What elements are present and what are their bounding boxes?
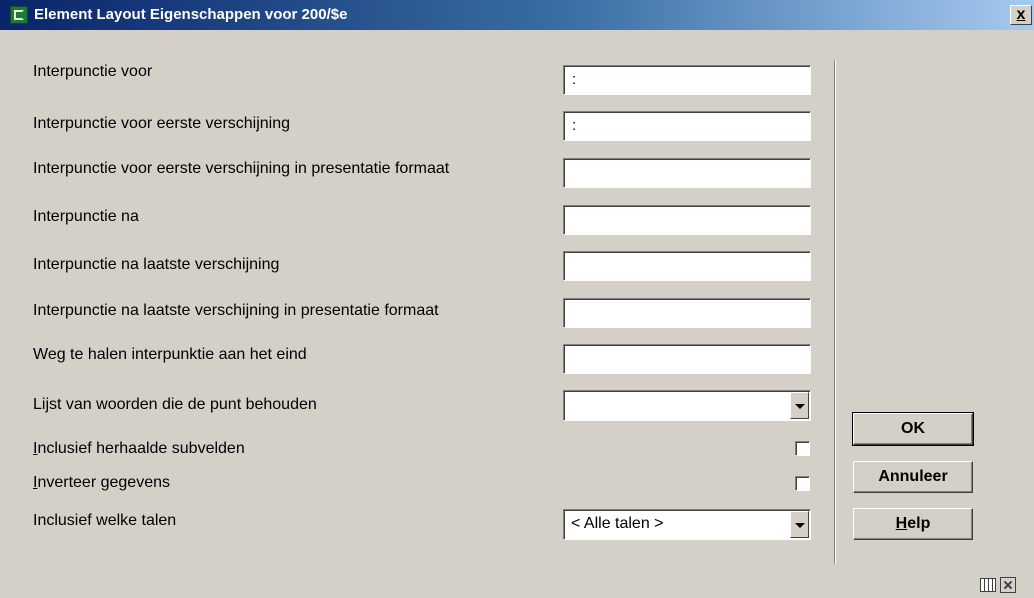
- ok-button[interactable]: OK: [852, 412, 974, 446]
- label-inverteer-gegevens: Inverteer gegevens: [33, 474, 170, 492]
- label-interpunctie-voor: Interpunctie voor: [33, 63, 153, 80]
- label-interpunctie-voor-eerste-presentatie: Interpunctie voor eerste verschijning in…: [33, 160, 450, 177]
- accel-h: H: [895, 515, 908, 532]
- interpunctie-na-laatste-input[interactable]: [563, 251, 811, 281]
- title-bar: Element Layout Eigenschappen voor 200/$e…: [0, 0, 1034, 30]
- label-rest: nclusief herhaalde subvelden: [37, 440, 245, 457]
- expand-icon[interactable]: [1000, 577, 1016, 593]
- help-button[interactable]: Help: [853, 508, 973, 540]
- label-woordenlijst: Lijst van woorden die de punt behouden: [33, 396, 317, 413]
- status-icons: [980, 576, 1024, 594]
- inclusief-herhaalde-checkbox[interactable]: [795, 441, 810, 456]
- interpunctie-na-input[interactable]: [563, 205, 811, 235]
- label-interpunctie-na-laatste-presentatie: Interpunctie na laatste verschijning in …: [33, 302, 439, 319]
- window-title: Element Layout Eigenschappen voor 200/$e: [34, 6, 348, 23]
- close-button[interactable]: x: [1010, 5, 1032, 25]
- label-inclusief-herhaalde: Inclusief herhaalde subvelden: [33, 440, 245, 458]
- help-rest: elp: [907, 515, 931, 532]
- interpunctie-na-laatste-presentatie-input[interactable]: [563, 298, 811, 328]
- inverteer-gegevens-checkbox[interactable]: [795, 476, 810, 491]
- interpunctie-voor-eerste-presentatie-input[interactable]: [563, 158, 811, 188]
- label-rest: nverteer gegevens: [37, 474, 170, 491]
- app-icon: [10, 6, 28, 24]
- label-inclusief-talen: Inclusief welke talen: [33, 512, 177, 529]
- label-interpunctie-voor-eerste: Interpunctie voor eerste verschijning: [33, 115, 291, 132]
- woordenlijst-select[interactable]: [563, 390, 811, 421]
- weg-te-halen-input[interactable]: [563, 344, 811, 374]
- interpunctie-voor-eerste-input[interactable]: :: [563, 111, 811, 141]
- grid-icon[interactable]: [980, 578, 996, 592]
- talen-select[interactable]: < Alle talen >: [563, 509, 811, 540]
- label-interpunctie-na: Interpunctie na: [33, 208, 139, 225]
- chevron-down-icon[interactable]: [790, 392, 809, 419]
- interpunctie-voor-input[interactable]: :: [563, 65, 811, 95]
- label-weg-te-halen: Weg te halen interpunktie aan het eind: [33, 346, 307, 363]
- label-interpunctie-na-laatste: Interpunctie na laatste verschijning: [33, 256, 280, 273]
- close-icon: x: [1016, 6, 1026, 23]
- talen-value: < Alle talen >: [571, 515, 664, 532]
- chevron-down-icon[interactable]: [790, 511, 809, 538]
- vertical-divider: [834, 60, 836, 564]
- cancel-button[interactable]: Annuleer: [853, 461, 973, 493]
